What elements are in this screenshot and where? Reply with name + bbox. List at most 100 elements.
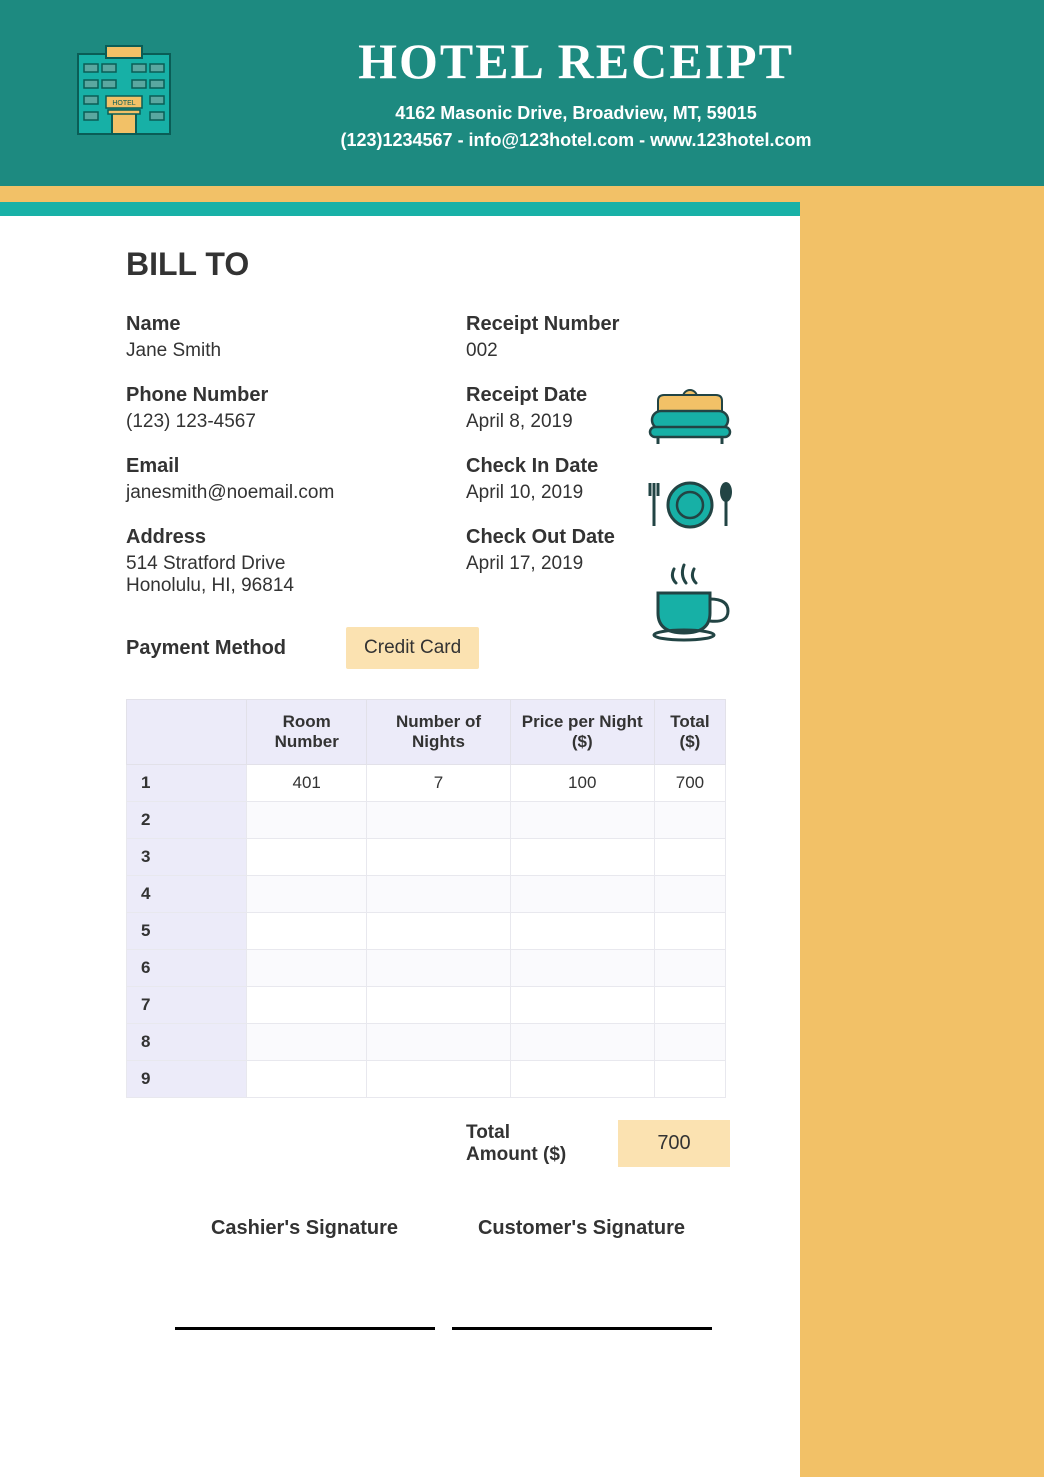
cell-nights (367, 913, 510, 950)
cell-n: 3 (127, 839, 247, 876)
table-row: 7 (127, 987, 726, 1024)
bed-icon (644, 389, 736, 452)
cell-nights (367, 950, 510, 987)
cell-n: 6 (127, 950, 247, 987)
total-label: Total Amount ($) (466, 1122, 578, 1166)
cell-room: 401 (247, 765, 367, 802)
phone-label: Phone Number (126, 384, 466, 407)
header-text: HOTEL RECEIPT 4162 Masonic Drive, Broadv… (178, 32, 974, 154)
cell-n: 7 (127, 987, 247, 1024)
cell-nights: 7 (367, 765, 510, 802)
table-header-row: Room Number Number of Nights Price per N… (127, 700, 726, 765)
field-name: Name Jane Smith (126, 313, 466, 362)
table-row: 9 (127, 1061, 726, 1098)
cell-nights (367, 876, 510, 913)
teal-strip (0, 202, 800, 216)
cell-nights (367, 987, 510, 1024)
total-row: Total Amount ($) 700 (466, 1120, 730, 1167)
cell-price (510, 839, 654, 876)
cell-total (654, 802, 725, 839)
cell-price: 100 (510, 765, 654, 802)
th-total: Total ($) (654, 700, 725, 765)
payment-label: Payment Method (126, 637, 286, 660)
table-row: 14017100700 (127, 765, 726, 802)
field-address: Address 514 Stratford Drive Honolulu, HI… (126, 526, 466, 597)
cell-room (247, 876, 367, 913)
coffee-cup-icon (644, 563, 736, 648)
cashier-sig-label: Cashier's Signature (166, 1217, 443, 1240)
table-row: 5 (127, 913, 726, 950)
cell-price (510, 876, 654, 913)
address-line2: Honolulu, HI, 96814 (126, 575, 466, 597)
th-blank (127, 700, 247, 765)
customer-sig-label: Customer's Signature (443, 1217, 720, 1240)
th-nights: Number of Nights (367, 700, 510, 765)
cell-room (247, 913, 367, 950)
dining-icon (644, 478, 736, 537)
signatures: Cashier's Signature Customer's Signature (126, 1217, 730, 1330)
cell-room (247, 1061, 367, 1098)
cell-n: 8 (127, 1024, 247, 1061)
cell-room (247, 950, 367, 987)
customer-signature: Customer's Signature (443, 1217, 720, 1330)
cell-n: 5 (127, 913, 247, 950)
th-price: Price per Night ($) (510, 700, 654, 765)
cell-total (654, 1061, 725, 1098)
cell-price (510, 987, 654, 1024)
cell-nights (367, 839, 510, 876)
payment-badge: Credit Card (346, 627, 479, 669)
cell-nights (367, 802, 510, 839)
table-row: 6 (127, 950, 726, 987)
cell-nights (367, 1024, 510, 1061)
email-label: Email (126, 455, 466, 478)
table-row: 3 (127, 839, 726, 876)
table-row: 4 (127, 876, 726, 913)
yellow-strip (0, 186, 1044, 202)
cell-price (510, 1061, 654, 1098)
table-row: 2 (127, 802, 726, 839)
table-row: 8 (127, 1024, 726, 1061)
name-label: Name (126, 313, 466, 336)
cell-price (510, 913, 654, 950)
hotel-receipt-page: HOTEL HOTEL RECEIPT 4162 Masonic Drive, … (0, 0, 1044, 1477)
amenity-icons (640, 389, 740, 648)
cell-n: 9 (127, 1061, 247, 1098)
cell-total (654, 1024, 725, 1061)
receipt-number-label: Receipt Number (466, 313, 696, 336)
cell-price (510, 1024, 654, 1061)
cell-nights (367, 1061, 510, 1098)
cashier-sig-line[interactable] (175, 1240, 435, 1330)
cell-total (654, 913, 725, 950)
cell-total (654, 950, 725, 987)
field-receipt-number: Receipt Number 002 (466, 313, 696, 362)
address-label: Address (126, 526, 466, 549)
name-value: Jane Smith (126, 340, 466, 362)
cell-room (247, 839, 367, 876)
email-value: janesmith@noemail.com (126, 482, 466, 504)
header: HOTEL HOTEL RECEIPT 4162 Masonic Drive, … (0, 0, 1044, 186)
cell-price (510, 802, 654, 839)
address-line1: 514 Stratford Drive (126, 553, 466, 575)
cell-n: 2 (127, 802, 247, 839)
content: BILL TO Name Jane Smith Phone Number (12… (0, 216, 800, 1390)
charges-table: Room Number Number of Nights Price per N… (126, 699, 726, 1098)
right-yellow-panel (800, 202, 1044, 1477)
total-value: 700 (618, 1120, 730, 1167)
cashier-signature: Cashier's Signature (166, 1217, 443, 1330)
page-title: HOTEL RECEIPT (178, 32, 974, 90)
cell-n: 4 (127, 876, 247, 913)
cell-total (654, 876, 725, 913)
cell-total (654, 987, 725, 1024)
hotel-building-icon: HOTEL (70, 44, 178, 143)
th-room: Room Number (247, 700, 367, 765)
receipt-number-value: 002 (466, 340, 696, 362)
cell-room (247, 987, 367, 1024)
cell-total (654, 839, 725, 876)
cell-room (247, 1024, 367, 1061)
hotel-address: 4162 Masonic Drive, Broadview, MT, 59015 (178, 100, 974, 127)
field-email: Email janesmith@noemail.com (126, 455, 466, 504)
hotel-contact: (123)1234567 - info@123hotel.com - www.1… (178, 127, 974, 154)
phone-value: (123) 123-4567 (126, 411, 466, 433)
field-phone: Phone Number (123) 123-4567 (126, 384, 466, 433)
customer-sig-line[interactable] (452, 1240, 712, 1330)
